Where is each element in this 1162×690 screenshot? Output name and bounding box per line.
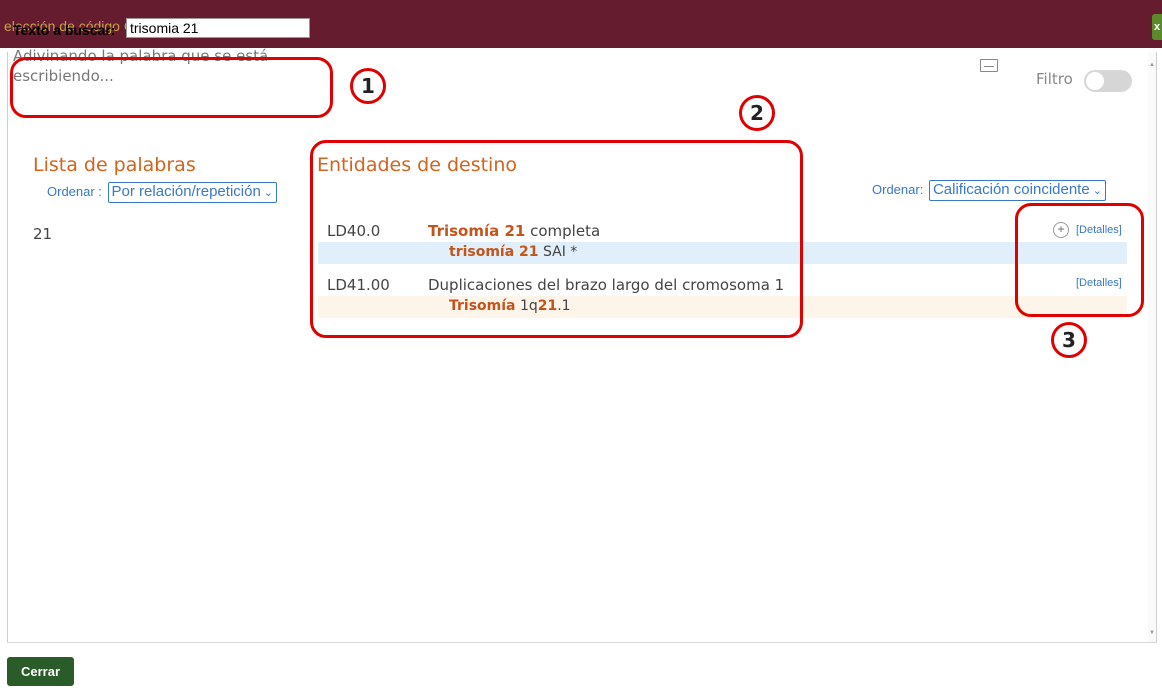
word-list-order-label: Ordenar : <box>47 184 102 199</box>
annotation-box <box>1015 203 1144 317</box>
scroll-up-icon[interactable]: ▲ <box>1149 62 1155 68</box>
entities-order-label: Ordenar: <box>872 182 924 197</box>
filter-toggle[interactable] <box>1084 70 1132 92</box>
word-list-item[interactable]: 21 <box>33 225 52 243</box>
search-input[interactable] <box>126 18 310 38</box>
chevron-down-icon: ⌄ <box>263 187 274 199</box>
scroll-down-icon[interactable]: ▼ <box>1149 630 1155 636</box>
annotation-number: 1 <box>350 68 386 104</box>
filter-label: Filtro <box>1036 70 1073 88</box>
keyboard-icon[interactable] <box>980 59 998 72</box>
entities-order: Ordenar: Calificación coincidente ⌄ <box>872 180 1106 201</box>
annotation-number: 2 <box>739 95 775 131</box>
entities-order-value: Calificación coincidente <box>932 181 1090 198</box>
vertical-scrollbar[interactable]: ▲ ▼ <box>1148 52 1156 642</box>
word-list-order: Ordenar : Por relación/repetición ⌄ <box>47 182 278 203</box>
entities-order-select[interactable]: Calificación coincidente ⌄ <box>928 180 1106 201</box>
search-label: Texto a buscar: <box>13 22 116 38</box>
close-button[interactable]: Cerrar <box>7 657 74 686</box>
word-list-order-value: Por relación/repetición <box>111 183 261 200</box>
word-list-order-select[interactable]: Por relación/repetición ⌄ <box>107 182 278 203</box>
toggle-knob <box>1086 72 1104 90</box>
word-list-heading: Lista de palabras <box>33 154 196 176</box>
close-window-button[interactable]: x <box>1152 14 1162 40</box>
annotation-number: 3 <box>1051 322 1087 358</box>
chevron-down-icon: ⌄ <box>1092 185 1102 197</box>
annotation-box <box>310 140 803 338</box>
annotation-box <box>10 57 333 118</box>
